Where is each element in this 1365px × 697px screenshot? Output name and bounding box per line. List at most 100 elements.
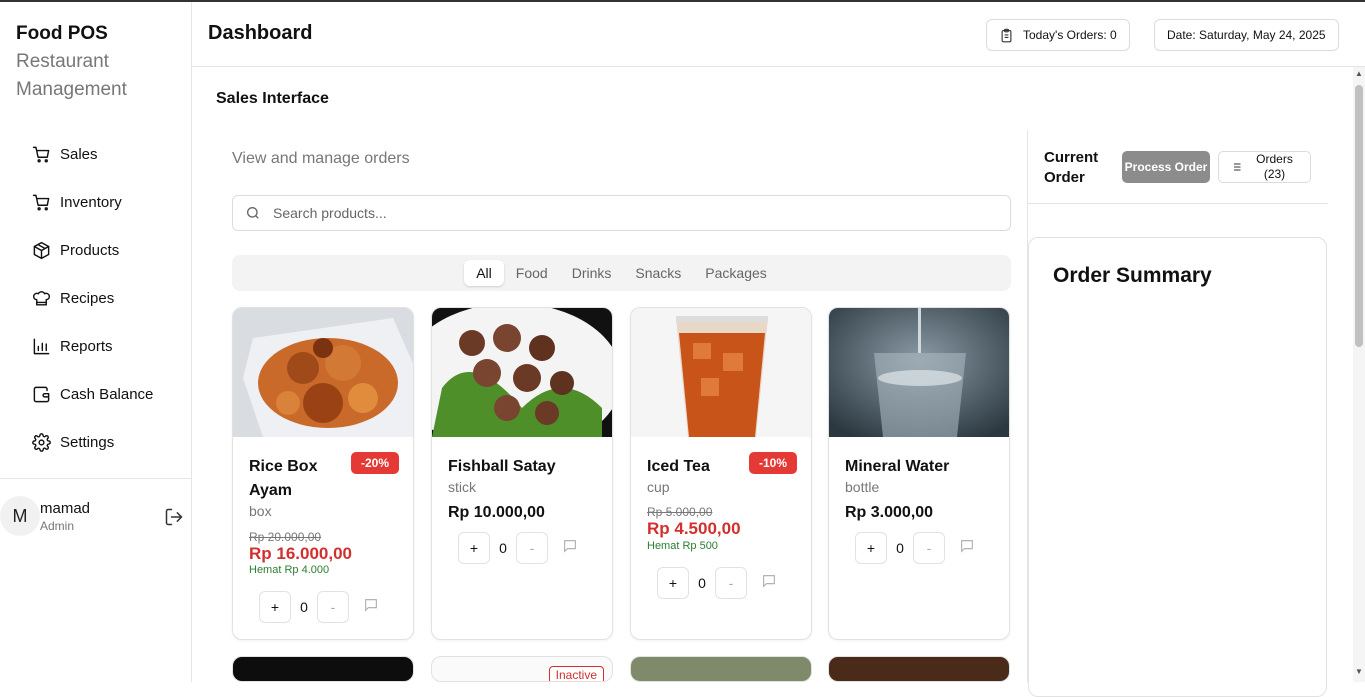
- sidebar-item-label: Inventory: [60, 193, 122, 211]
- quantity-stepper: + 0 -: [855, 532, 979, 564]
- todays-orders-chip: Today's Orders: 0: [986, 19, 1130, 51]
- brand-subtitle-line1: Restaurant: [16, 51, 109, 72]
- original-price: Rp 20.000,00: [249, 530, 322, 544]
- product-name: Rice Box Ayam: [249, 458, 318, 499]
- process-order-button[interactable]: Process Order: [1122, 151, 1210, 183]
- product-card[interactable]: Inactive: [431, 656, 613, 682]
- tab-packages[interactable]: Packages: [693, 260, 778, 286]
- logout-button[interactable]: [164, 507, 184, 527]
- order-summary-card: Order Summary: [1028, 237, 1327, 697]
- quantity-stepper: + 0 -: [657, 567, 781, 599]
- brand: Food POS Restaurant Management: [16, 20, 127, 104]
- search-input[interactable]: [273, 205, 973, 221]
- product-name: Iced Tea: [647, 458, 710, 475]
- quantity-value: 0: [499, 540, 507, 556]
- user-name: mamad: [40, 500, 91, 517]
- brand-title: Food POS: [16, 23, 108, 44]
- quantity-stepper: + 0 -: [259, 591, 383, 623]
- note-button[interactable]: [363, 597, 383, 617]
- product-unit: bottle: [845, 479, 880, 495]
- product-image: [432, 308, 612, 437]
- saving-text: Hemat Rp 500: [647, 540, 718, 552]
- sidebar-nav: Sales Inventory Products Recipes Reports…: [0, 130, 191, 466]
- tab-snacks[interactable]: Snacks: [623, 260, 693, 286]
- product-card-fishball-satay[interactable]: Fishball Satay stick Rp 10.000,00 + 0 -: [431, 307, 613, 640]
- quantity-value: 0: [300, 599, 308, 615]
- tab-all[interactable]: All: [464, 260, 504, 286]
- discounted-price: Rp 16.000,00: [249, 544, 353, 563]
- date-label: Date: Saturday, May 24, 2025: [1167, 28, 1326, 42]
- product-unit: box: [249, 503, 272, 519]
- sidebar-item-settings[interactable]: Settings: [0, 418, 191, 466]
- scrollbar[interactable]: ▲ ▼: [1353, 67, 1365, 682]
- product-card-iced-tea[interactable]: Iced Tea -10% cup Rp 5.000,00 Rp 4.500,0…: [630, 307, 812, 640]
- product-image: [233, 308, 413, 437]
- product-image: [631, 308, 811, 437]
- discounted-price: Rp 4.500,00: [647, 519, 741, 538]
- note-button[interactable]: [562, 538, 582, 558]
- product-card-rice-box-ayam[interactable]: Rice Box Ayam -20% box Rp 20.000,00 Rp 1…: [232, 307, 414, 640]
- comment-icon: [763, 575, 775, 588]
- product-image: [829, 308, 1009, 437]
- search-icon: [247, 207, 259, 219]
- sidebar-item-recipes[interactable]: Recipes: [0, 274, 191, 322]
- header: Dashboard Today's Orders: 0 Date: Saturd…: [192, 2, 1365, 67]
- date-chip: Date: Saturday, May 24, 2025: [1154, 19, 1339, 51]
- todays-orders-label: Today's Orders: 0: [1023, 28, 1117, 42]
- increment-button[interactable]: +: [855, 532, 887, 564]
- sidebar-item-label: Sales: [60, 145, 98, 163]
- decrement-button[interactable]: -: [715, 567, 747, 599]
- tab-drinks[interactable]: Drinks: [560, 260, 624, 286]
- quantity-value: 0: [698, 575, 706, 591]
- sidebar-item-products[interactable]: Products: [0, 226, 191, 274]
- order-summary-title: Order Summary: [1053, 264, 1212, 287]
- list-icon: [1231, 163, 1240, 171]
- sidebar: Food POS Restaurant Management Sales Inv…: [0, 2, 192, 682]
- sidebar-item-label: Cash Balance: [60, 385, 154, 403]
- tab-food[interactable]: Food: [504, 260, 560, 286]
- saving-text: Hemat Rp 4.000: [249, 564, 330, 576]
- note-button[interactable]: [959, 538, 979, 558]
- sidebar-item-reports[interactable]: Reports: [0, 322, 191, 370]
- brand-subtitle-line2: Management: [16, 79, 127, 100]
- product-name: Mineral Water: [845, 458, 950, 475]
- sidebar-item-sales[interactable]: Sales: [0, 130, 191, 178]
- orders-button[interactable]: Orders (23): [1218, 151, 1311, 183]
- sidebar-item-label: Products: [60, 241, 120, 259]
- section-title: Sales Interface: [216, 90, 329, 107]
- comment-icon: [961, 540, 973, 553]
- current-order-label: Current Order: [1044, 149, 1099, 186]
- sidebar-item-inventory[interactable]: Inventory: [0, 178, 191, 226]
- scroll-up-arrow[interactable]: ▲: [1355, 69, 1363, 78]
- wallet-icon: [33, 386, 50, 402]
- sidebar-item-label: Settings: [60, 433, 115, 451]
- note-button[interactable]: [761, 573, 781, 593]
- sidebar-item-label: Reports: [60, 337, 113, 355]
- product-card[interactable]: [232, 656, 414, 682]
- product-card[interactable]: [630, 656, 812, 682]
- scroll-down-arrow[interactable]: ▼: [1355, 667, 1363, 676]
- clipboard-icon: [1001, 28, 1012, 42]
- panel-divider: [1028, 203, 1328, 204]
- decrement-button[interactable]: -: [516, 532, 548, 564]
- product-name: Fishball Satay: [448, 458, 556, 475]
- decrement-button[interactable]: -: [913, 532, 945, 564]
- decrement-button[interactable]: -: [317, 591, 349, 623]
- increment-button[interactable]: +: [259, 591, 291, 623]
- product-unit: stick: [448, 479, 476, 495]
- product-unit: cup: [647, 479, 670, 495]
- user-role: Admin: [40, 519, 75, 533]
- gear-icon: [32, 432, 51, 452]
- product-price: Rp 3.000,00: [845, 504, 934, 521]
- comment-icon: [564, 540, 576, 553]
- sidebar-item-cash-balance[interactable]: Cash Balance: [0, 370, 191, 418]
- discount-badge: -10%: [748, 452, 797, 474]
- box-icon: [33, 241, 50, 259]
- scrollbar-thumb[interactable]: [1355, 85, 1363, 347]
- increment-button[interactable]: +: [458, 532, 490, 564]
- product-card-mineral-water[interactable]: Mineral Water bottle Rp 3.000,00 + 0 -: [828, 307, 1010, 640]
- original-price: Rp 5.000,00: [647, 505, 713, 519]
- increment-button[interactable]: +: [657, 567, 689, 599]
- product-card[interactable]: [828, 656, 1010, 682]
- quantity-stepper: + 0 -: [458, 532, 582, 564]
